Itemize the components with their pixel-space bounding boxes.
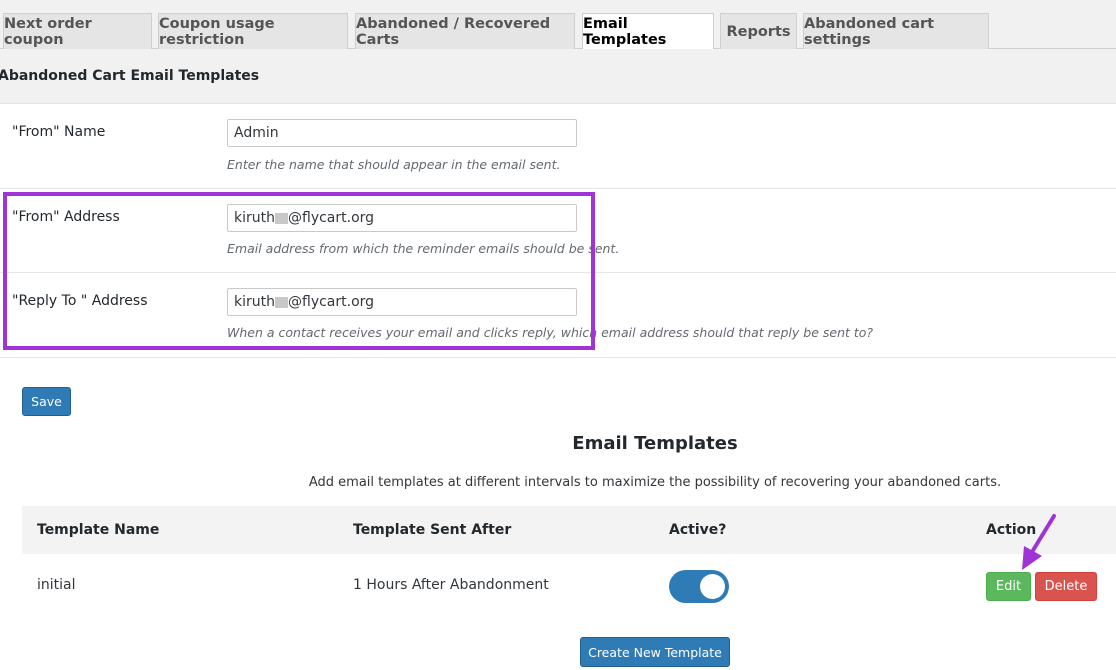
redacted-text bbox=[275, 212, 288, 224]
reply-to-input[interactable]: kiruth @flycart.org bbox=[227, 288, 577, 316]
from-address-value-suffix: @flycart.org bbox=[288, 210, 375, 226]
tab-bar: Next order coupon Coupon usage restricti… bbox=[0, 0, 1116, 50]
from-address-value-prefix: kiruth bbox=[234, 210, 275, 226]
reply-to-row: "Reply To " Address kiruth @flycart.org W… bbox=[0, 273, 1116, 358]
from-address-row: "From" Address kiruth @flycart.org Email … bbox=[0, 189, 1116, 273]
templates-table-header: Template Name Template Sent After Active… bbox=[22, 506, 1116, 554]
tab-abandoned-recovered-carts[interactable]: Abandoned / Recovered Carts bbox=[355, 13, 575, 49]
save-button[interactable]: Save bbox=[22, 387, 71, 416]
reply-to-label: "Reply To " Address bbox=[12, 293, 148, 309]
from-name-row: "From" Name Enter the name that should a… bbox=[0, 104, 1116, 189]
tab-next-order-coupon[interactable]: Next order coupon bbox=[3, 13, 152, 49]
create-new-template-button[interactable]: Create New Template bbox=[580, 637, 730, 667]
column-action: Action bbox=[986, 522, 1037, 538]
from-address-label: "From" Address bbox=[12, 209, 120, 225]
column-active: Active? bbox=[669, 522, 727, 538]
column-template-sent-after: Template Sent After bbox=[353, 522, 512, 538]
from-name-label: "From" Name bbox=[12, 124, 106, 140]
tab-email-templates[interactable]: Email Templates bbox=[582, 13, 714, 50]
delete-button[interactable]: Delete bbox=[1035, 572, 1097, 601]
reply-to-description: When a contact receives your email and c… bbox=[227, 325, 874, 340]
tab-abandoned-cart-settings[interactable]: Abandoned cart settings bbox=[803, 13, 989, 49]
column-template-name: Template Name bbox=[37, 522, 160, 538]
section-title: Abandoned Cart Email Templates bbox=[0, 68, 260, 84]
reply-to-value-suffix: @flycart.org bbox=[288, 294, 375, 310]
from-name-description: Enter the name that should appear in the… bbox=[227, 157, 561, 172]
email-templates-description: Add email templates at different interva… bbox=[308, 475, 1002, 490]
section-header: Abandoned Cart Email Templates bbox=[0, 49, 1116, 104]
active-toggle[interactable] bbox=[669, 570, 729, 603]
redacted-text bbox=[275, 296, 288, 308]
from-address-description: Email address from which the reminder em… bbox=[227, 241, 620, 256]
tab-coupon-usage-restriction[interactable]: Coupon usage restriction bbox=[158, 13, 348, 49]
template-name-cell: initial bbox=[37, 577, 76, 593]
edit-button[interactable]: Edit bbox=[986, 572, 1031, 601]
email-templates-title: Email Templates bbox=[572, 433, 738, 454]
toggle-knob bbox=[700, 574, 725, 599]
reply-to-value-prefix: kiruth bbox=[234, 294, 275, 310]
template-sent-after-cell: 1 Hours After Abandonment bbox=[353, 577, 549, 593]
from-address-input[interactable]: kiruth @flycart.org bbox=[227, 204, 577, 232]
tab-reports[interactable]: Reports bbox=[720, 13, 797, 49]
from-name-input[interactable] bbox=[227, 119, 577, 147]
